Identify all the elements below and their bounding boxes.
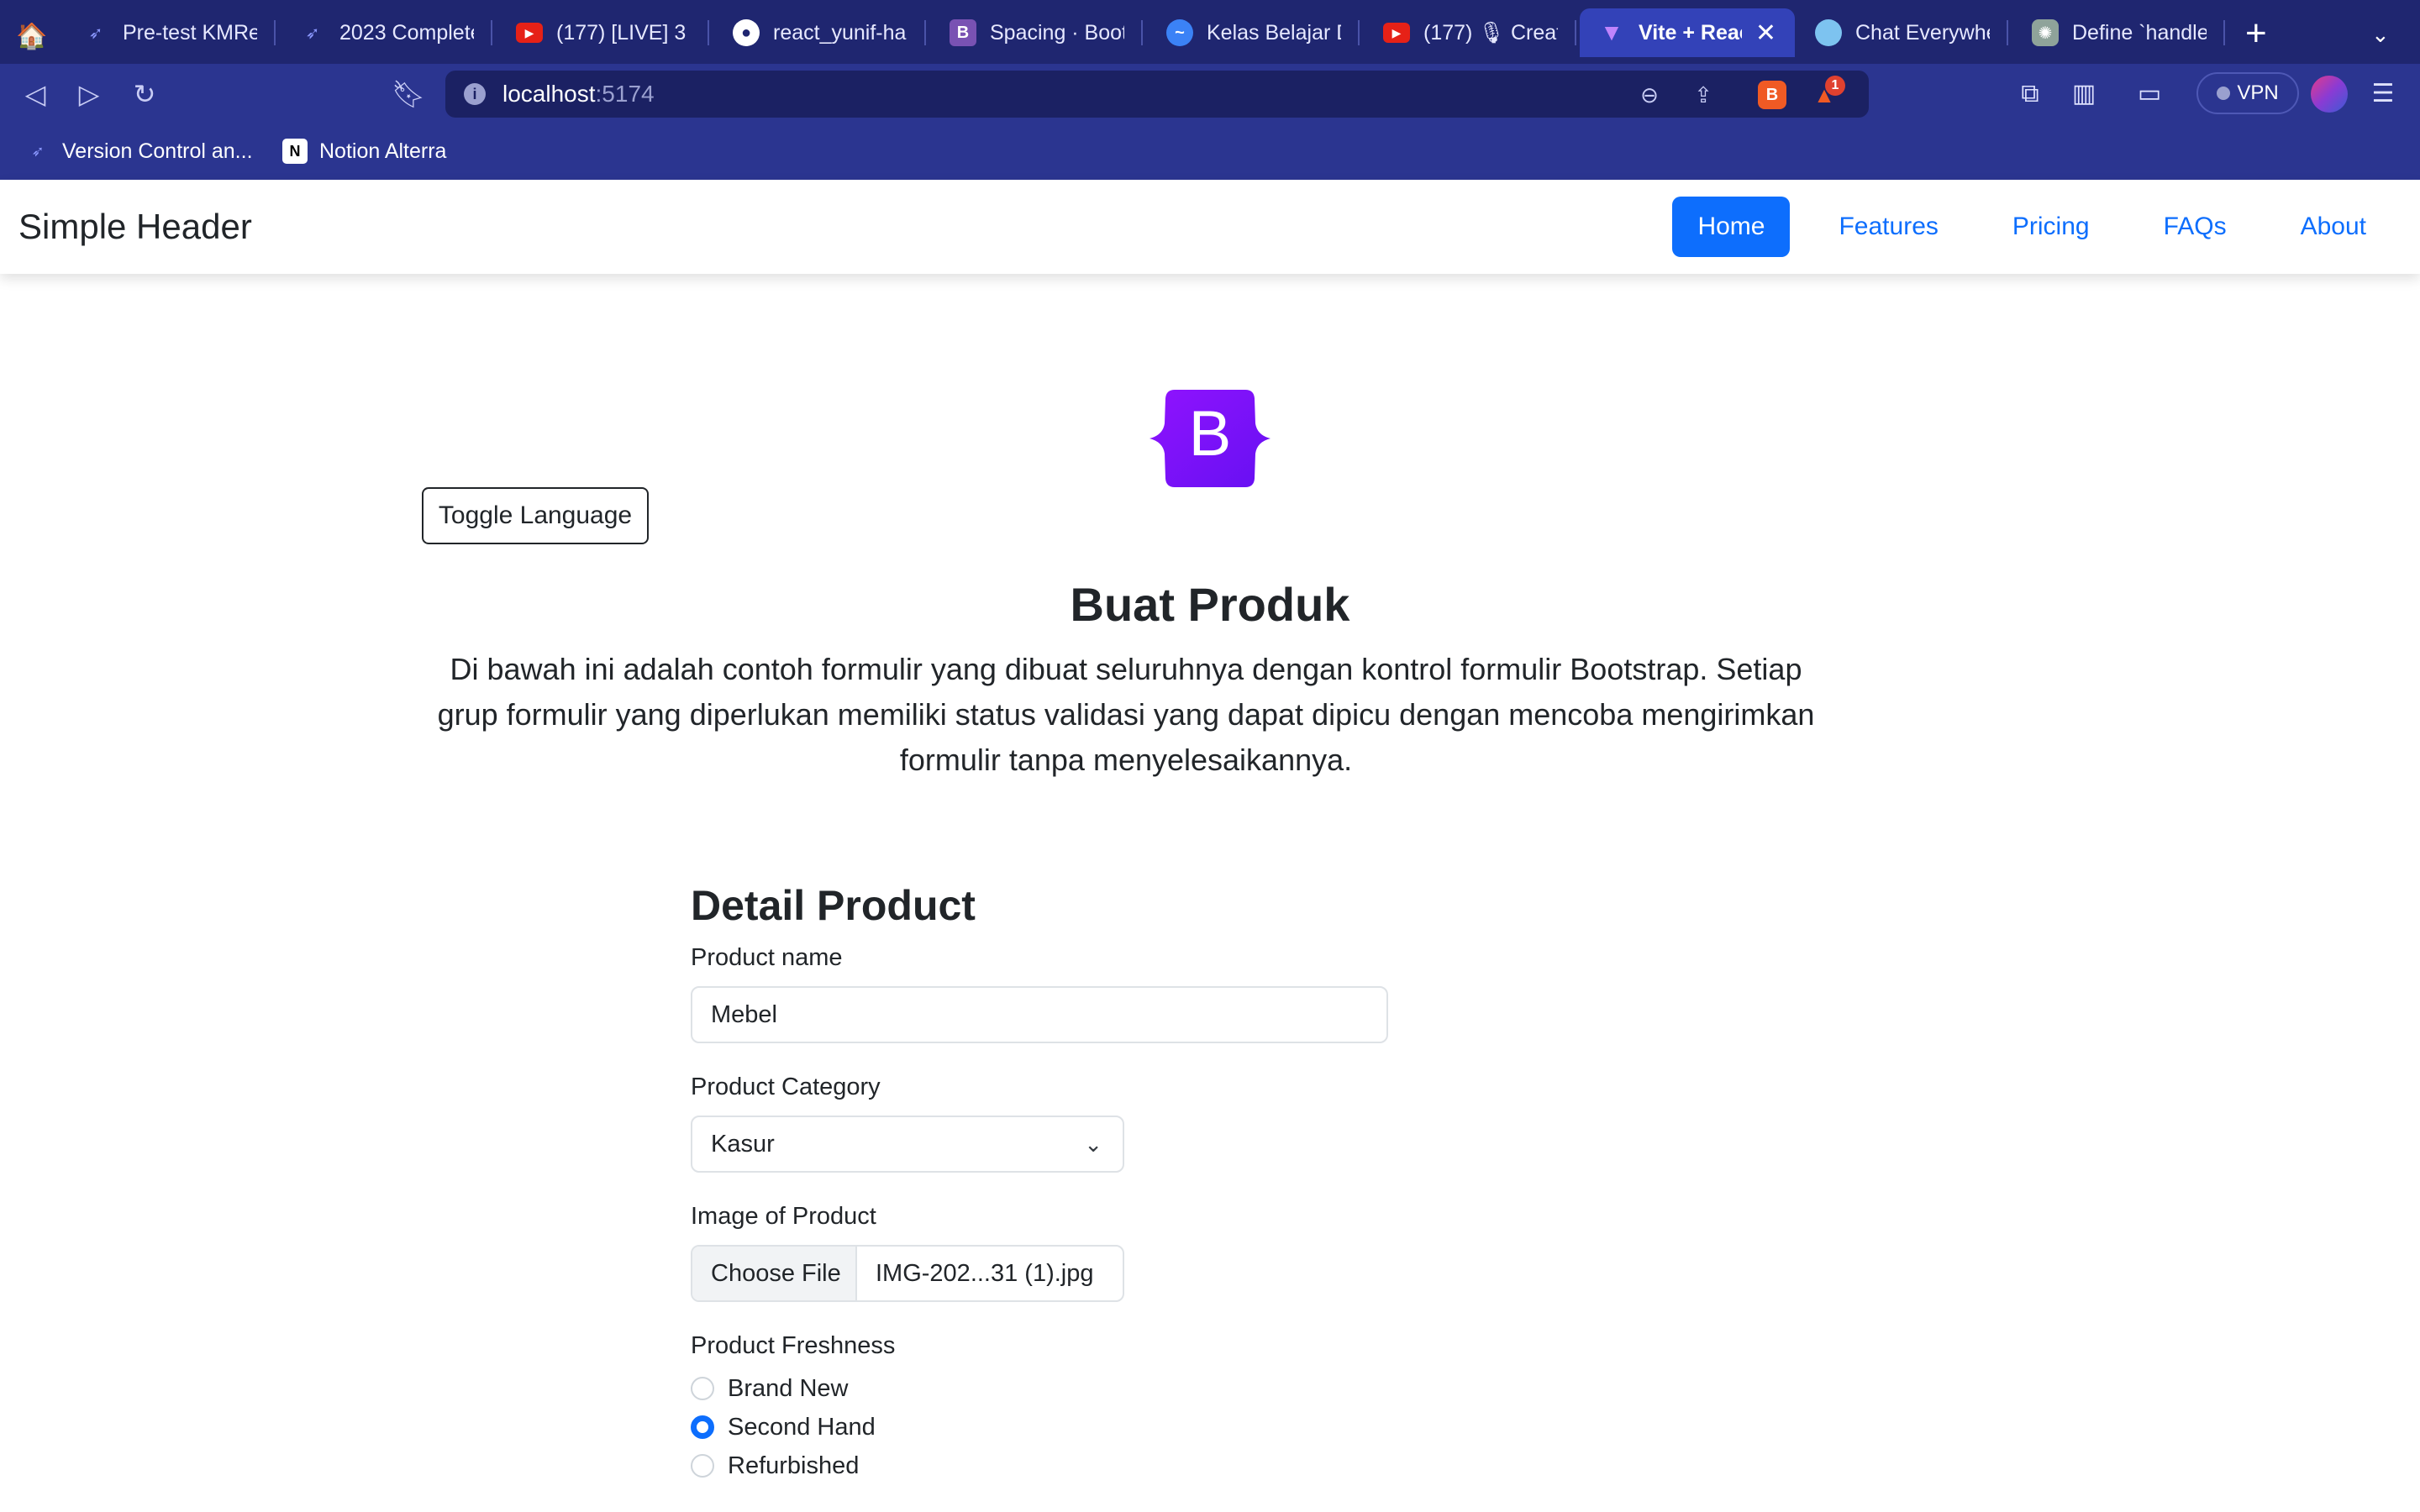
site-header: Simple Header Home Features Pricing FAQs… bbox=[0, 180, 2420, 274]
tab-live[interactable]: ▶ (177) [LIVE] 3 Ba bbox=[497, 8, 709, 57]
product-category-label: Product Category bbox=[691, 1074, 881, 1100]
nav-home[interactable]: Home bbox=[1672, 197, 1791, 257]
dicoding-icon: ~ bbox=[1166, 19, 1193, 46]
brave-shields-icon[interactable]: B bbox=[1758, 81, 1786, 109]
bootstrap-icon: B bbox=[950, 19, 976, 46]
brand-title[interactable]: Simple Header bbox=[18, 203, 252, 250]
notion-icon: N bbox=[282, 139, 308, 164]
bookmark-icon[interactable]: 🔖︎ bbox=[390, 76, 427, 113]
close-icon[interactable]: ✕ bbox=[1755, 18, 1776, 48]
selected-file-name: IMG-202...31 (1).jpg bbox=[876, 1260, 1094, 1287]
alterra-icon: ➶ bbox=[88, 24, 103, 43]
profile-avatar[interactable] bbox=[2311, 76, 2348, 113]
choose-file-button[interactable]: Choose File bbox=[692, 1247, 857, 1300]
form-heading: Detail Product bbox=[691, 882, 976, 929]
chat-icon bbox=[1815, 19, 1842, 46]
freshness-option-refurbished[interactable]: Refurbished bbox=[691, 1446, 1388, 1485]
menu-icon[interactable]: ☰ bbox=[2365, 76, 2402, 113]
tab-chat[interactable]: Chat Everywhere bbox=[1797, 8, 2008, 57]
radio-refurbished[interactable] bbox=[691, 1454, 714, 1478]
home-icon[interactable]: 🏠 bbox=[15, 20, 49, 54]
reload-icon[interactable]: ↻ bbox=[126, 76, 163, 113]
bookmark-notion[interactable]: N Notion Alterra bbox=[282, 136, 446, 166]
page-title: Buat Produk bbox=[1070, 578, 1350, 631]
product-category-group: Product Category Kasur ⌄ bbox=[691, 1070, 1388, 1173]
openai-icon: ✺ bbox=[2032, 19, 2059, 46]
alterra-icon: ➶ bbox=[31, 142, 45, 160]
product-freshness-label: Product Freshness bbox=[691, 1332, 896, 1359]
bookmark-version-control[interactable]: ➶ Version Control an... bbox=[25, 136, 252, 166]
product-name-group: Product name Mebel bbox=[691, 941, 1388, 1043]
brave-rewards-icon[interactable]: ▲ 1 bbox=[1810, 76, 1845, 109]
tab-list-chevron-icon[interactable]: ⌄ bbox=[2371, 22, 2390, 48]
tab-chatgpt[interactable]: ✺ Define `handleA bbox=[2013, 8, 2225, 57]
address-bar[interactable]: i localhost:5174 ⊖ ⇪ B ▲ 1 bbox=[445, 71, 1869, 118]
github-icon: ● bbox=[733, 19, 760, 46]
back-icon[interactable]: ◁ bbox=[17, 76, 54, 113]
site-info-icon[interactable]: i bbox=[464, 83, 486, 105]
chevron-down-icon: ⌄ bbox=[1084, 1131, 1102, 1157]
youtube-icon: ▶ bbox=[1383, 23, 1410, 43]
radio-brand-new[interactable] bbox=[691, 1377, 714, 1400]
vite-icon: ▼ bbox=[1600, 19, 1623, 45]
bookmarks-bar: ➶ Version Control an... N Notion Alterra bbox=[0, 124, 2420, 180]
sidebar-icon[interactable]: ▥ bbox=[2065, 76, 2102, 113]
product-freshness-group: Product Freshness Brand New Second Hand … bbox=[691, 1329, 1388, 1485]
page-description: Di bawah ini adalah contoh formulir yang… bbox=[437, 652, 1815, 777]
bootstrap-logo-icon: B bbox=[1150, 390, 1270, 487]
radio-second-hand[interactable] bbox=[691, 1415, 714, 1439]
product-name-label: Product name bbox=[691, 944, 843, 971]
nav-pricing[interactable]: Pricing bbox=[1987, 197, 2115, 257]
tab-create[interactable]: ▶ (177) 🎙 Create bbox=[1365, 8, 1576, 57]
new-tab-plus-icon[interactable]: + bbox=[2245, 15, 2267, 52]
wallet-icon[interactable]: ▭ bbox=[2131, 76, 2168, 113]
product-form: Detail Product Product name Mebel Produc… bbox=[691, 875, 1388, 1512]
tab-vite-react[interactable]: ▼ Vite + React ✕ bbox=[1580, 8, 1795, 57]
product-image-label: Image of Product bbox=[691, 1203, 876, 1230]
tab-github[interactable]: ● react_yunif-hak bbox=[714, 8, 926, 57]
url-text[interactable]: localhost:5174 bbox=[502, 79, 655, 109]
share-icon[interactable]: ⇪ bbox=[1689, 81, 1718, 109]
vpn-status-icon bbox=[2217, 87, 2231, 100]
nav-about[interactable]: About bbox=[2275, 197, 2391, 257]
tab-bootstrap-spacing[interactable]: B Spacing · Bootst bbox=[931, 8, 1143, 57]
product-category-select[interactable]: Kasur ⌄ bbox=[691, 1116, 1124, 1173]
forward-icon[interactable]: ▷ bbox=[71, 76, 108, 113]
alterra-icon: ➶ bbox=[305, 24, 320, 43]
freshness-option-second-hand[interactable]: Second Hand bbox=[691, 1408, 1388, 1446]
svg-text:B: B bbox=[1189, 398, 1232, 470]
freshness-option-brand-new[interactable]: Brand New bbox=[691, 1369, 1388, 1408]
main-nav: Home Features Pricing FAQs About bbox=[1672, 197, 2391, 257]
nav-features[interactable]: Features bbox=[1813, 197, 1963, 257]
vpn-button[interactable]: VPN bbox=[2196, 72, 2299, 114]
navigation-toolbar: ◁ ▷ ↻ 🔖︎ i localhost:5174 ⊖ ⇪ B ▲ 1 ⧉ ▥ ▭… bbox=[0, 64, 2420, 124]
youtube-icon: ▶ bbox=[516, 23, 543, 43]
product-name-input[interactable]: Mebel bbox=[691, 986, 1388, 1043]
browser-chrome: 🏠 ➶ Pre-test KMReact ➶ 2023 Complete ▶ (… bbox=[0, 0, 2420, 180]
tab-dicoding[interactable]: ~ Kelas Belajar De bbox=[1148, 8, 1360, 57]
product-image-file-input[interactable]: Choose File IMG-202...31 (1).jpg bbox=[691, 1245, 1124, 1302]
product-image-group: Image of Product Choose File IMG-202...3… bbox=[691, 1200, 1388, 1302]
tab-pretest[interactable]: ➶ Pre-test KMReact bbox=[64, 8, 276, 57]
extensions-icon[interactable]: ⧉ bbox=[2012, 76, 2049, 113]
tab-bar: 🏠 ➶ Pre-test KMReact ➶ 2023 Complete ▶ (… bbox=[0, 0, 2420, 64]
tab-complete[interactable]: ➶ 2023 Complete bbox=[281, 8, 492, 57]
nav-faqs[interactable]: FAQs bbox=[2139, 197, 2252, 257]
toggle-language-button[interactable]: Toggle Language bbox=[422, 487, 649, 544]
zoom-icon[interactable]: ⊖ bbox=[1635, 81, 1664, 109]
